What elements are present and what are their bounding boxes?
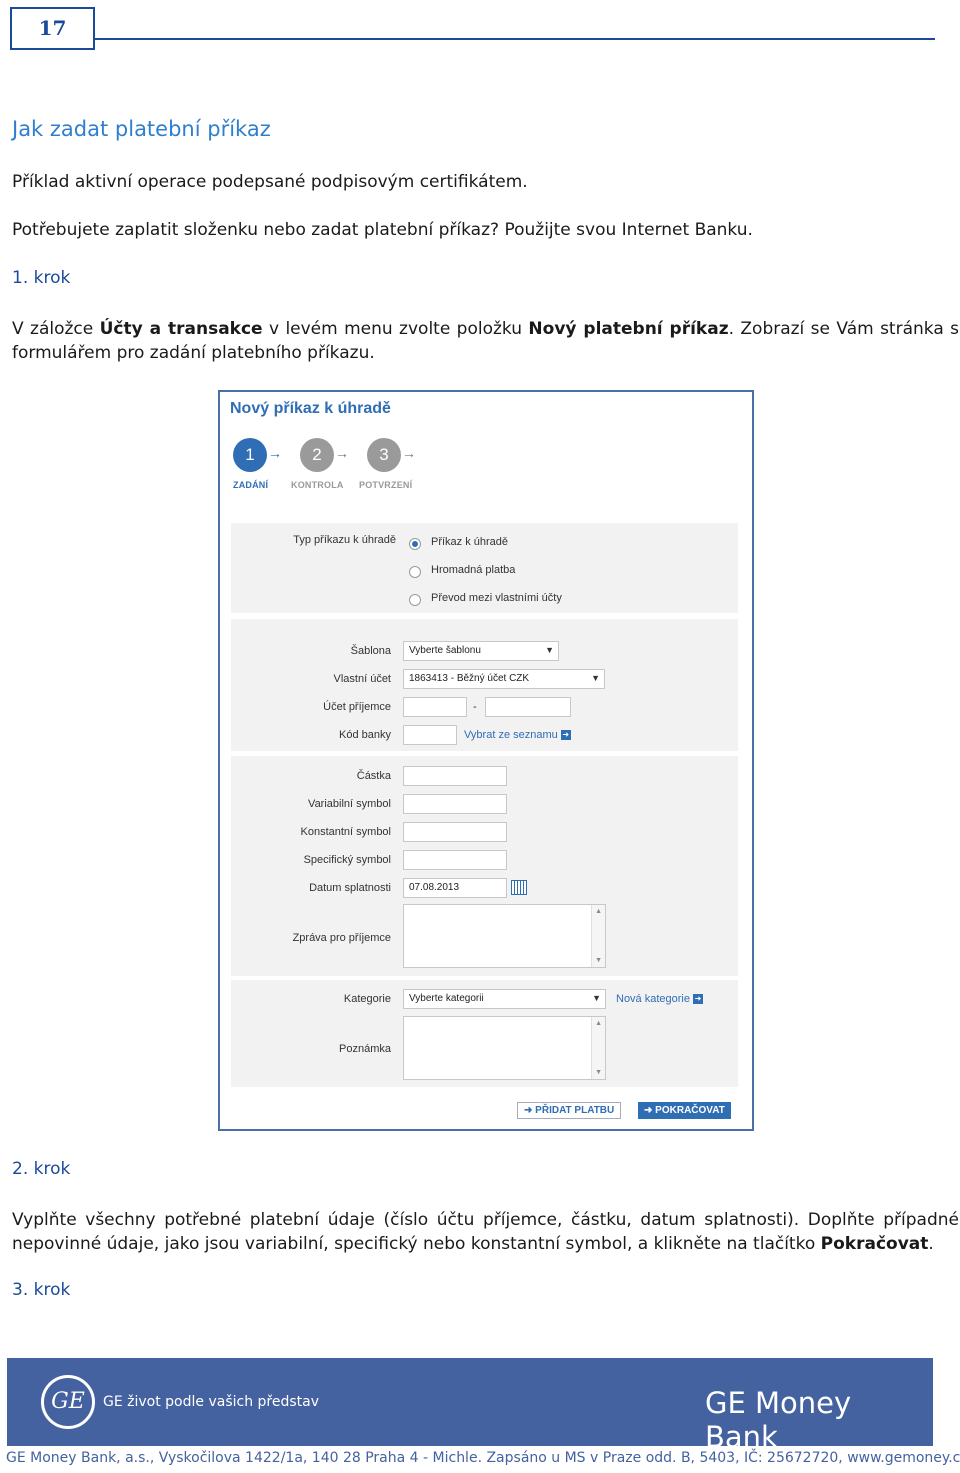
radio-hromadna[interactable] — [409, 566, 421, 578]
arrow-right-icon: ➜ — [524, 1105, 536, 1116]
kategorie-label: Kategorie — [343, 993, 391, 1005]
kategorie-select[interactable]: Vyberte kategorii ▼ — [403, 989, 606, 1009]
question-text: Potřebujete zaplatit složenku nebo zadat… — [12, 220, 753, 240]
nova-kategorie-link[interactable]: Nová kategorie ➜ — [616, 993, 703, 1005]
scroll-up-icon[interactable]: ▲ — [595, 908, 602, 915]
step1-heading: 1. krok — [12, 268, 71, 288]
radio-prevod[interactable] — [409, 594, 421, 606]
footer-banner: GE GE život podle vašich představ GE Mon… — [7, 1358, 933, 1446]
castka-input[interactable] — [403, 766, 507, 786]
arrow-right-icon: → — [335, 445, 349, 461]
pokracovat-button[interactable]: ➜ POKRAČOVAT — [638, 1102, 731, 1119]
poznamka-label: Poznámka — [339, 1043, 391, 1055]
arrow-right-icon: ➜ — [693, 994, 703, 1005]
arrow-right-icon: ➜ — [560, 730, 571, 741]
scroll-up-icon[interactable]: ▲ — [595, 1020, 602, 1027]
dash-separator: - — [473, 701, 477, 713]
step-3-circle: 3 — [367, 438, 401, 472]
step-1-label: ZADÁNÍ — [233, 480, 269, 490]
step1-text: V záložce Účty a transakce v levém menu … — [12, 319, 959, 363]
ucet-prefix-input[interactable] — [403, 697, 467, 717]
radio-prikaz[interactable] — [409, 538, 421, 550]
datum-input[interactable]: 07.08.2013 — [403, 878, 507, 898]
payment-form-screenshot: Nový příkaz k úhradě 1 → 2 → 3 → ZADÁNÍ … — [218, 390, 754, 1131]
ucet-number-input[interactable] — [485, 697, 571, 717]
order-type-section: Typ příkazu k úhradě Příkaz k úhradě Hro… — [231, 523, 738, 613]
footer-address: GE Money Bank, a.s., Vyskočilova 1422/1a… — [6, 1450, 960, 1466]
form-title: Nový příkaz k úhradě — [230, 400, 391, 417]
arrow-right-icon: ➜ — [644, 1105, 656, 1116]
ucet-prijemce-label: Účet příjemce — [323, 701, 391, 713]
radio-prevod-label: Převod mezi vlastními účty — [431, 592, 562, 604]
section-title: Jak zadat platební příkaz — [12, 117, 271, 141]
scrollbar[interactable]: ▲ ▼ — [591, 905, 605, 967]
step3-heading: 3. krok — [12, 1280, 71, 1300]
chevron-down-icon: ▼ — [591, 673, 600, 683]
brand-name: GE Money Bank — [705, 1386, 852, 1446]
scroll-down-icon[interactable]: ▼ — [595, 1069, 602, 1076]
sablona-label: Šablona — [350, 645, 391, 657]
scrollbar[interactable]: ▲ ▼ — [591, 1017, 605, 1079]
radio-hromadna-label: Hromadná platba — [431, 564, 516, 576]
pridat-platbu-button[interactable]: ➜ PŘIDAT PLATBU — [517, 1102, 622, 1119]
header-rule — [95, 38, 935, 40]
page-number: 17 — [10, 7, 95, 50]
category-section: Kategorie Vyberte kategorii ▼ Nová katego… — [231, 980, 738, 1087]
ks-input[interactable] — [403, 822, 507, 842]
ss-label: Specifický symbol — [303, 854, 391, 866]
step-2-label: KONTROLA — [291, 480, 344, 490]
ss-input[interactable] — [403, 850, 507, 870]
arrow-right-icon: → — [268, 445, 282, 461]
radio-prikaz-label: Příkaz k úhradě — [431, 536, 509, 548]
payment-details-section: Částka Variabilní symbol Konstantní symb… — [231, 756, 738, 976]
step-2-circle: 2 — [300, 438, 334, 472]
zprava-textarea[interactable]: ▲ ▼ — [403, 904, 606, 968]
ge-logo: GE — [41, 1375, 95, 1429]
poznamka-textarea[interactable]: ▲ ▼ — [403, 1016, 606, 1080]
order-type-label: Typ příkazu k úhradě — [293, 534, 396, 546]
datum-label: Datum splatnosti — [309, 882, 391, 894]
calendar-icon[interactable] — [511, 880, 527, 895]
arrow-right-icon: → — [402, 445, 416, 461]
intro-text: Příklad aktivní operace podepsané podpis… — [12, 172, 528, 192]
castka-label: Částka — [356, 770, 391, 782]
step-3-label: POTVRZENÍ — [359, 480, 413, 490]
vs-label: Variabilní symbol — [308, 798, 391, 810]
step2-text: Vyplňte všechny potřebné platební údaje … — [12, 1210, 959, 1254]
accounts-section: Šablona Vyberte šablonu ▼ Vlastní účet 18… — [231, 619, 738, 751]
kod-banky-label: Kód banky — [339, 729, 391, 741]
sablona-select[interactable]: Vyberte šablonu ▼ — [403, 641, 559, 661]
chevron-down-icon: ▼ — [592, 993, 601, 1003]
step-1-circle: 1 — [233, 438, 267, 472]
vs-input[interactable] — [403, 794, 507, 814]
scroll-down-icon[interactable]: ▼ — [595, 957, 602, 964]
vlastni-ucet-label: Vlastní účet — [333, 673, 391, 685]
zprava-label: Zpráva pro příjemce — [292, 932, 391, 944]
kod-banky-input[interactable] — [403, 725, 457, 745]
step2-heading: 2. krok — [12, 1159, 71, 1179]
tagline: GE život podle vašich představ — [103, 1394, 320, 1410]
ks-label: Konstantní symbol — [300, 826, 392, 838]
vybrat-ze-seznamu-link[interactable]: Vybrat ze seznamu ➜ — [464, 729, 571, 741]
chevron-down-icon: ▼ — [545, 645, 554, 655]
vlastni-ucet-select[interactable]: 1863413 - Běžný účet CZK ▼ — [403, 669, 605, 689]
